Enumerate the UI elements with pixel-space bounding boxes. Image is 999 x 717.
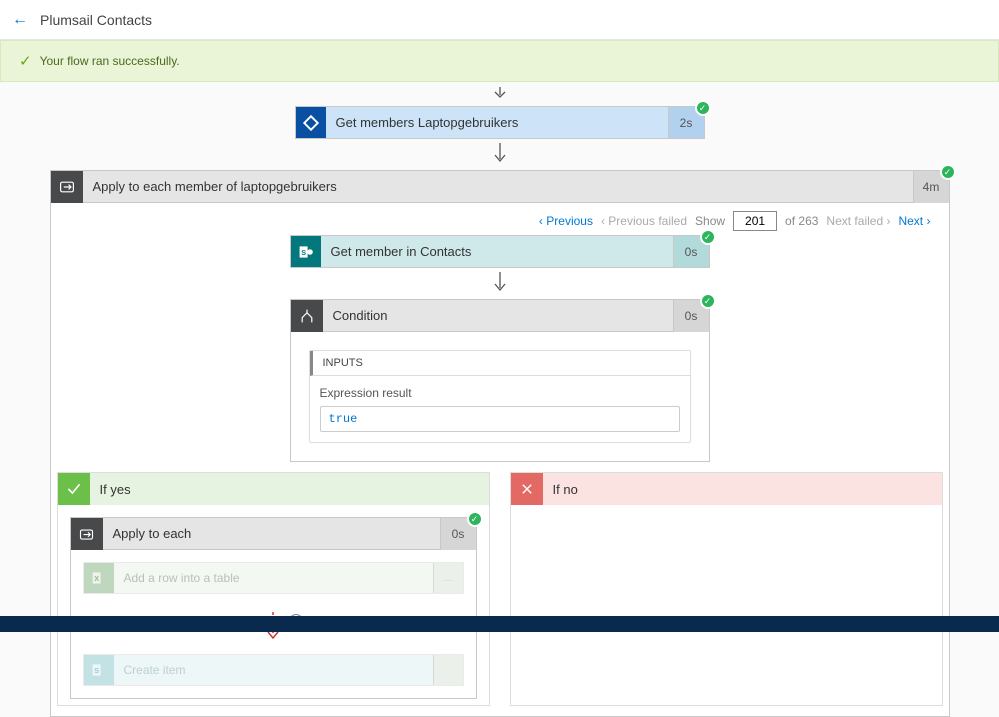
loop-title: Apply to each member of laptopgebruikers [83,171,913,203]
bottom-bar [0,616,999,632]
page-header: ← Plumsail Contacts [0,0,999,40]
arrow-connector [0,139,999,170]
branch-yes-header[interactable]: If yes [58,473,489,505]
condition-title: Condition [323,300,673,332]
condition-icon [291,300,323,332]
previous-link[interactable]: ‹ Previous [539,214,593,228]
arrow-connector [51,268,949,299]
arrow-down-icon [493,87,507,99]
step-title: Get member in Contacts [321,236,673,267]
loop-navigation: ‹ Previous ‹ Previous failed Show of 263… [51,203,949,235]
check-icon [58,473,90,505]
arrow-down-icon [493,143,507,163]
next-failed-link[interactable]: Next failed › [826,214,890,228]
sharepoint-icon: S [84,655,114,685]
step-add-row[interactable]: X Add a row into a table ... [83,562,464,594]
loop-icon [51,171,83,203]
back-button[interactable]: ← [12,11,28,29]
svg-text:X: X [94,574,99,583]
show-label: Show [695,214,725,228]
sharepoint-icon: S [291,236,321,267]
condition-step[interactable]: Condition 0s INPUTS Expression result tr… [290,299,710,462]
branch-no: If no [510,472,943,706]
step-get-members[interactable]: Get members Laptopgebruikers 2s ✓ [295,106,705,139]
check-circle-icon: ✓ [19,52,32,70]
success-badge-icon: ✓ [467,511,483,527]
branch-yes-title: If yes [90,473,489,505]
previous-failed-link[interactable]: ‹ Previous failed [601,214,687,228]
success-banner: ✓ Your flow ran successfully. [0,40,999,82]
expression-result-label: Expression result [320,386,680,400]
success-badge-icon: ✓ [700,293,716,309]
inputs-label: INPUTS [310,351,690,376]
step-duration: ... [433,563,463,593]
expression-result-value: true [320,406,680,432]
condition-branches: If yes Apply to each 0s ✓ X Add a row in… [51,462,949,716]
x-icon [511,473,543,505]
banner-message: Your flow ran successfully. [40,54,180,68]
branch-no-title: If no [543,473,942,505]
next-link[interactable]: Next › [898,214,930,228]
arrow-connector [0,82,999,106]
step-title: Create item [114,655,433,685]
of-total: of 263 [785,214,818,228]
step-duration [433,655,463,685]
svg-text:S: S [94,666,99,675]
success-badge-icon: ✓ [695,100,711,116]
inputs-section: INPUTS Expression result true [309,350,691,443]
step-title: Get members Laptopgebruikers [326,107,668,138]
loop-header[interactable]: Apply to each member of laptopgebruikers… [51,171,949,203]
excel-icon: X [84,563,114,593]
step-title: Add a row into a table [114,563,433,593]
loop-icon [71,518,103,550]
inner-apply-to-each[interactable]: Apply to each 0s ✓ X Add a row into a ta… [70,517,477,699]
iteration-input[interactable] [733,211,777,231]
success-badge-icon: ✓ [940,164,956,180]
apply-to-each-container: Apply to each member of laptopgebruikers… [50,170,950,717]
arrow-down-icon [493,272,507,292]
flow-name: Plumsail Contacts [40,12,152,28]
branch-no-header[interactable]: If no [511,473,942,505]
success-badge-icon: ✓ [700,229,716,245]
step-create-item[interactable]: S Create item [83,654,464,686]
inner-loop-title: Apply to each [103,518,440,550]
step-get-member-contacts[interactable]: S Get member in Contacts 0s ✓ [290,235,710,268]
branch-yes: If yes Apply to each 0s ✓ X Add a row in… [57,472,490,706]
azure-ad-icon [296,107,326,138]
svg-text:S: S [301,248,306,257]
